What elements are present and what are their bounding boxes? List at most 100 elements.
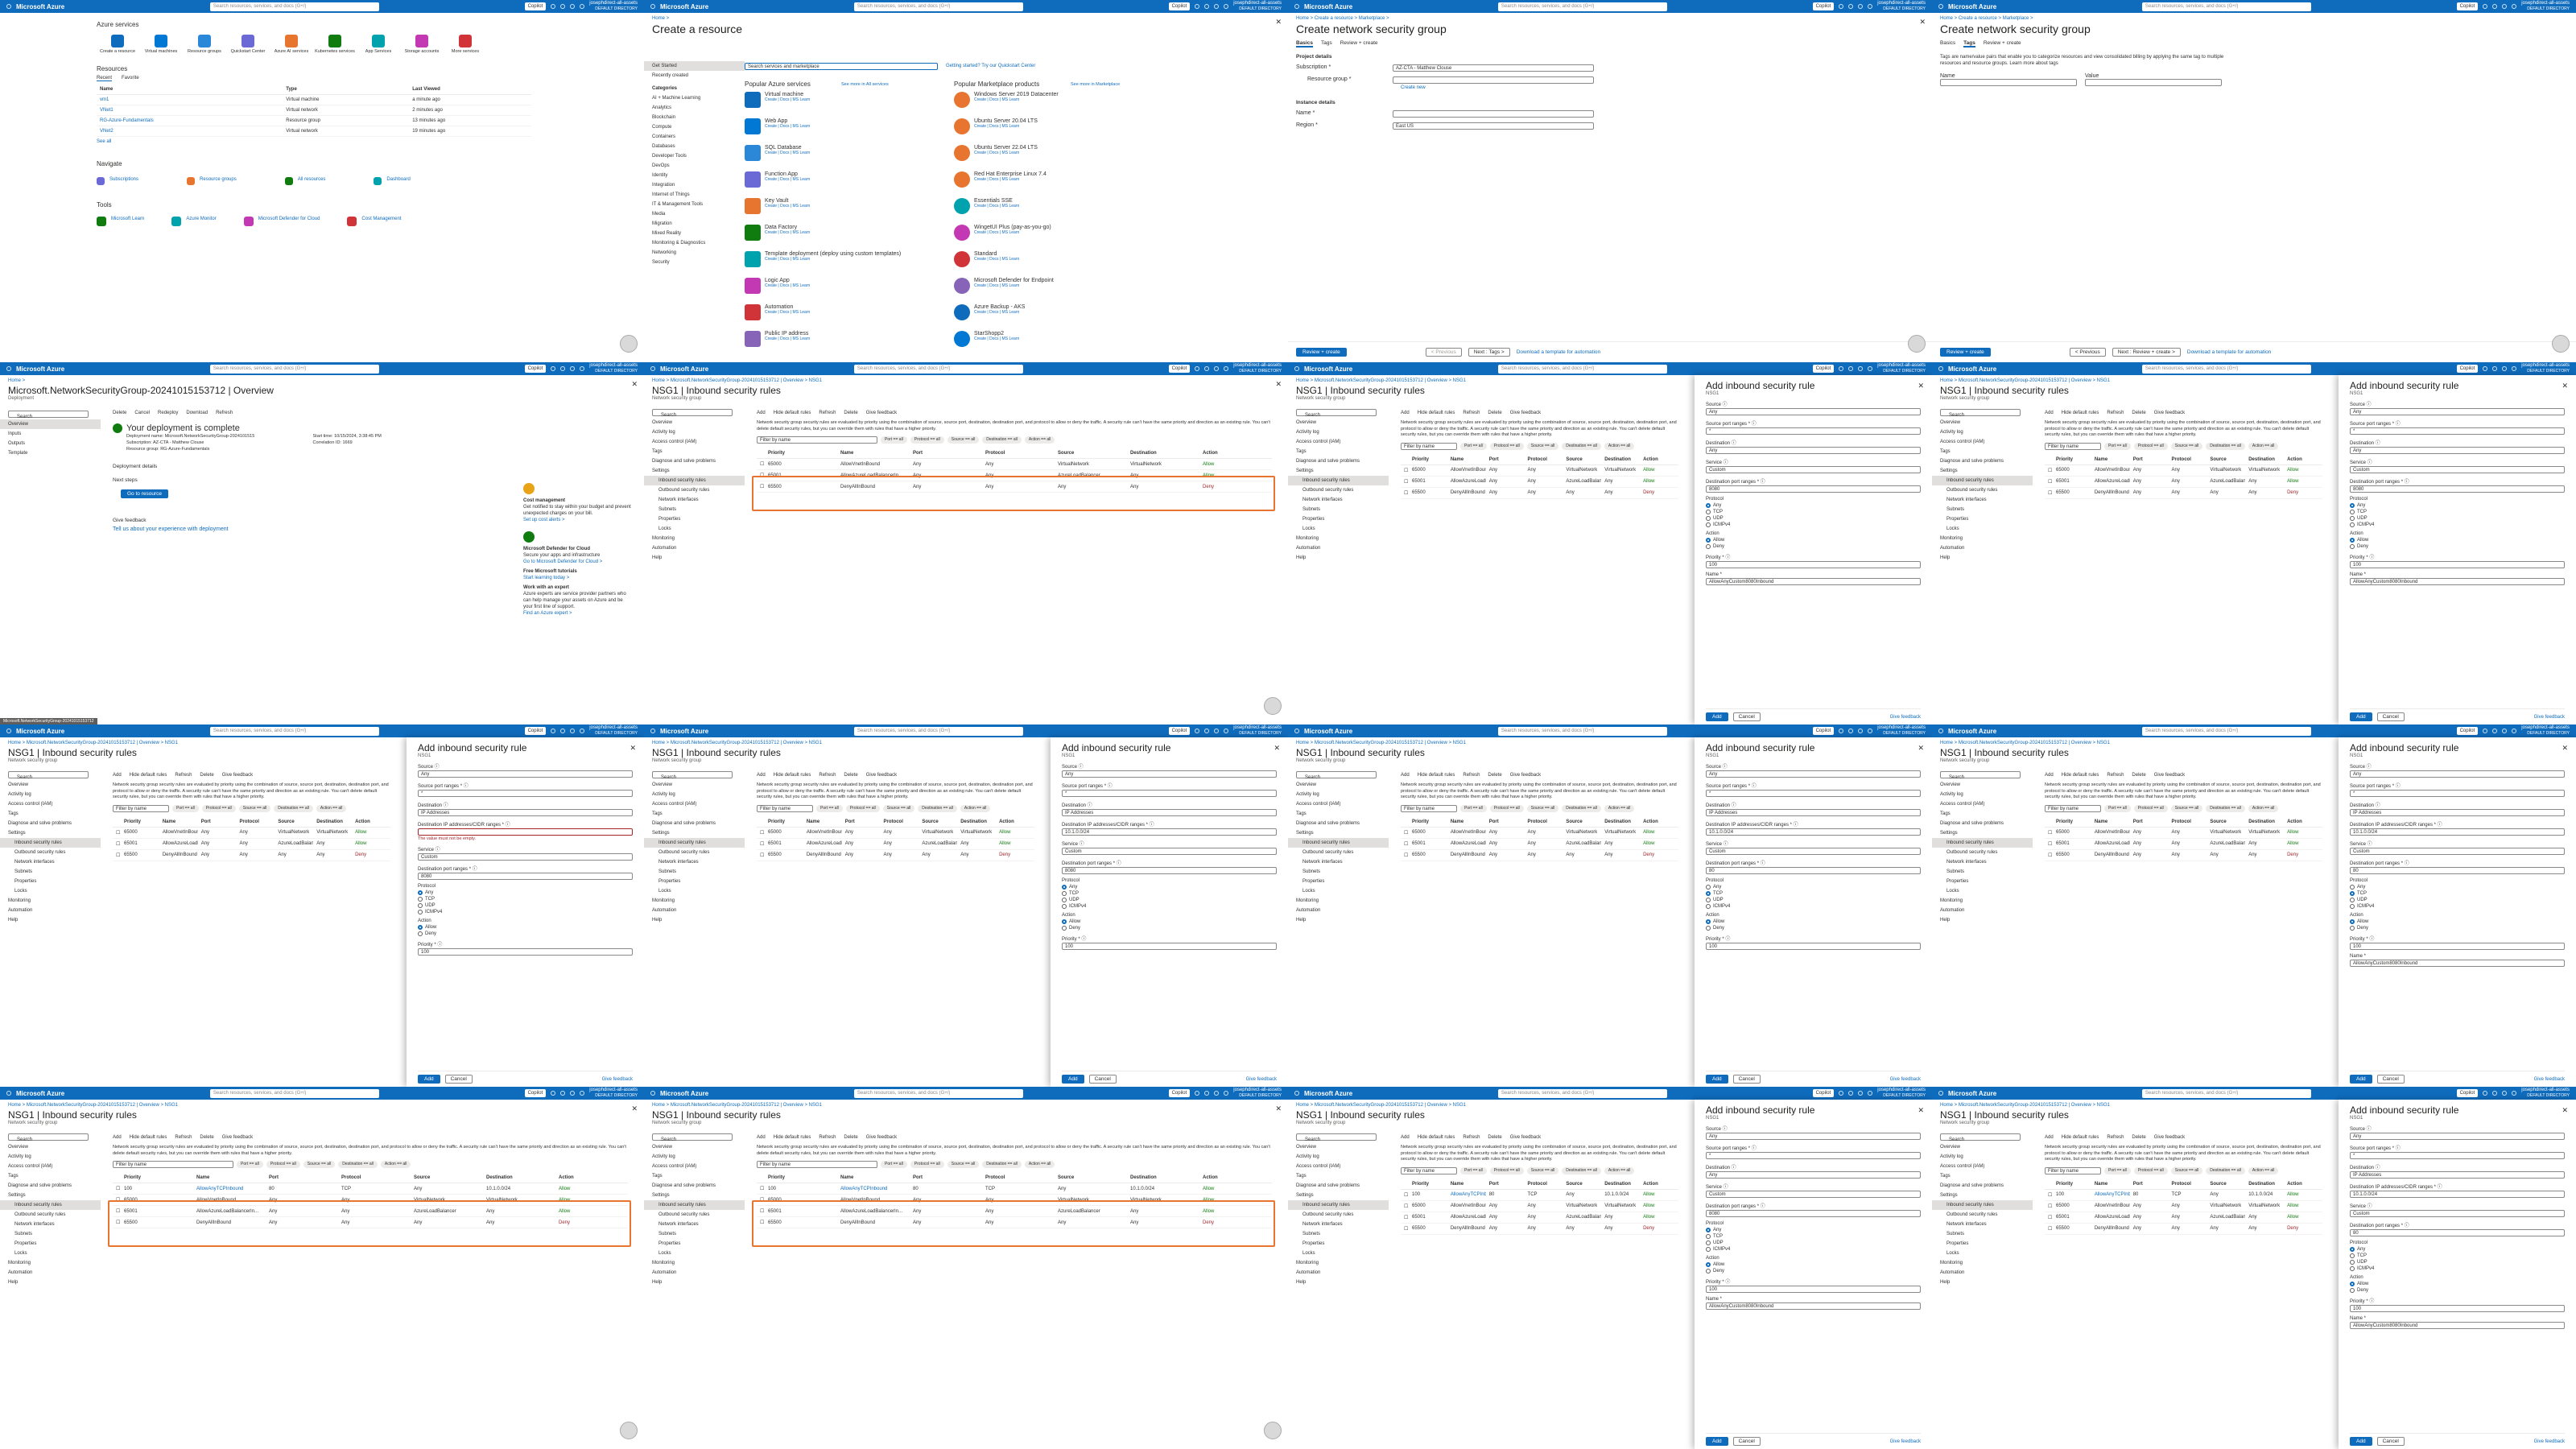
left-nav-item[interactable]: Inbound security rules xyxy=(644,838,745,848)
azure-service-links[interactable]: Create | Docs | MS Learn xyxy=(765,204,810,208)
breadcrumb[interactable]: Home > xyxy=(0,375,644,383)
left-nav-item[interactable]: Network interfaces xyxy=(0,1220,101,1229)
left-nav-item[interactable]: Automation xyxy=(1288,906,1389,915)
help-icon[interactable] xyxy=(1224,1091,1229,1096)
filter-pill[interactable]: Port == all xyxy=(816,804,843,812)
card-link[interactable]: Start learning today > xyxy=(523,575,632,581)
user-account[interactable]: josephdirect-all-assets DEFAULT DIRECTORY xyxy=(589,363,638,374)
left-nav-item[interactable]: Monitoring xyxy=(1932,534,2033,543)
source-port-input[interactable]: * xyxy=(2350,427,2565,435)
command-1[interactable]: Hide default rules xyxy=(130,773,167,778)
notification-icon[interactable] xyxy=(1204,4,1210,9)
filter-pill[interactable]: Destination == all xyxy=(338,1161,378,1168)
cloud-shell-icon[interactable] xyxy=(1839,1091,1844,1096)
left-nav-item[interactable]: Analytics xyxy=(644,103,745,113)
command-1[interactable]: Cancel xyxy=(134,411,150,415)
left-nav-item[interactable]: Inbound security rules xyxy=(0,838,101,848)
protocol-radio[interactable]: UDP xyxy=(2350,1260,2565,1265)
global-search-input[interactable]: Search resources, services, and docs (G+… xyxy=(209,726,379,736)
filter-pill[interactable]: Source == all xyxy=(238,804,271,812)
action-radio[interactable]: Deny xyxy=(1706,926,1921,931)
left-nav-item[interactable]: Automation xyxy=(1932,543,2033,553)
left-nav-item[interactable]: Overview xyxy=(1288,1142,1389,1152)
left-nav-item[interactable]: Recently created xyxy=(644,71,745,80)
command-0[interactable]: Add xyxy=(113,773,122,778)
service-select[interactable]: Custom xyxy=(1062,848,1277,855)
filter-pill[interactable]: Port == all xyxy=(172,804,199,812)
feedback-fab[interactable] xyxy=(620,335,638,353)
global-search-input[interactable]: Search resources, services, and docs (G+… xyxy=(1497,1088,1667,1098)
left-nav-item[interactable]: Tags xyxy=(1288,447,1389,456)
copilot-button[interactable]: Copilot xyxy=(1168,2,1191,10)
filter-pill[interactable]: Source == all xyxy=(1526,804,1559,812)
rule-row[interactable]: ☐ 65500 DenyAllInBound Any Any Any Any Deny xyxy=(2045,487,2322,499)
filter-pill[interactable]: Source == all xyxy=(1526,1166,1559,1174)
left-nav-item[interactable]: Monitoring xyxy=(0,896,101,906)
filter-pill[interactable]: Source == all xyxy=(1526,442,1559,450)
row-checkbox[interactable]: ☐ xyxy=(2045,1223,2053,1235)
command-0[interactable]: Add xyxy=(1401,1135,1410,1140)
service-tile[interactable]: Azure AI services xyxy=(270,35,312,54)
left-search[interactable]: Search xyxy=(1296,409,1377,418)
tell-us-link[interactable]: Tell us about your experience with deplo… xyxy=(113,526,499,532)
left-nav-item[interactable]: Access control (IAM) xyxy=(1288,437,1389,447)
tool-item[interactable]: Cost Management xyxy=(347,217,401,226)
protocol-radio[interactable]: TCP xyxy=(418,897,633,902)
help-icon[interactable] xyxy=(2512,1091,2517,1096)
copilot-button[interactable]: Copilot xyxy=(1812,2,1835,10)
filter-pill[interactable]: Action == all xyxy=(960,804,991,812)
card-link[interactable]: Set up cost alerts > xyxy=(523,517,632,523)
filter-pill[interactable]: Protocol == all xyxy=(1489,442,1524,450)
command-3[interactable]: Delete xyxy=(200,1135,213,1140)
rule-row[interactable]: ☐65000AllowVnetInBoundAnyAnyVirtualNetwo… xyxy=(1401,827,1678,839)
name-input[interactable] xyxy=(1393,110,1594,118)
left-nav-item[interactable]: Monitoring xyxy=(1288,534,1389,543)
brand-label[interactable]: Microsoft Azure xyxy=(16,365,64,373)
left-nav-item[interactable]: Overview xyxy=(644,418,745,427)
row-checkbox[interactable]: ☐ xyxy=(2045,838,2053,850)
command-4[interactable]: Give feedback xyxy=(222,773,253,778)
settings-icon[interactable] xyxy=(1858,366,1864,371)
menu-icon[interactable] xyxy=(1294,366,1299,371)
protocol-radio[interactable]: ICMPv4 xyxy=(1706,904,1921,909)
dest-port-input[interactable]: 80 xyxy=(2350,867,2565,874)
menu-icon[interactable] xyxy=(6,1091,11,1096)
market-links[interactable]: Create | Docs | MS Learn xyxy=(974,177,1046,182)
left-nav-item[interactable]: Locks xyxy=(1288,524,1389,534)
row-checkbox[interactable]: ☐ xyxy=(2045,1189,2053,1201)
cloud-shell-icon[interactable] xyxy=(2483,4,2488,9)
service-tile[interactable]: Virtual machines xyxy=(140,35,182,54)
protocol-radio[interactable]: UDP xyxy=(1706,898,1921,902)
settings-icon[interactable] xyxy=(2502,4,2508,9)
left-nav-item[interactable]: Media xyxy=(644,209,745,219)
market-item[interactable]: Essentials SSE Create | Docs | MS Learn xyxy=(954,198,1147,214)
command-0[interactable]: Add xyxy=(2045,1135,2054,1140)
add-button[interactable]: Add xyxy=(2350,712,2372,721)
left-nav-item[interactable]: Activity log xyxy=(1288,1152,1389,1162)
add-button[interactable]: Add xyxy=(418,1075,440,1084)
azure-service-item[interactable]: Web App Create | Docs | MS Learn xyxy=(745,118,946,134)
left-nav-item[interactable]: Subnets xyxy=(1932,867,2033,877)
command-0[interactable]: Add xyxy=(2045,773,2054,778)
give-feedback-link[interactable]: Give feedback xyxy=(2534,715,2565,720)
filter-pill[interactable]: Protocol == all xyxy=(201,804,236,812)
left-nav-item[interactable]: Overview xyxy=(644,780,745,790)
settings-icon[interactable] xyxy=(570,729,576,733)
close-icon[interactable]: ✕ xyxy=(630,744,636,753)
user-account[interactable]: josephdirect-all-assets DEFAULT DIRECTORY xyxy=(1877,1,1926,12)
left-nav-item[interactable]: Access control (IAM) xyxy=(644,437,745,447)
brand-label[interactable]: Microsoft Azure xyxy=(16,3,64,10)
help-icon[interactable] xyxy=(580,366,585,371)
command-1[interactable]: Hide default rules xyxy=(774,1135,811,1140)
left-nav-item[interactable]: Inbound security rules xyxy=(0,1200,101,1210)
filter-pill[interactable]: Source == all xyxy=(303,1161,336,1168)
dest-ip-input[interactable]: 10.1.0.0/24 xyxy=(2350,828,2565,836)
cloud-shell-icon[interactable] xyxy=(551,1091,556,1096)
give-feedback-link[interactable]: Give feedback xyxy=(1246,1077,1277,1082)
brand-label[interactable]: Microsoft Azure xyxy=(1948,3,1996,10)
left-nav-item[interactable]: Inbound security rules xyxy=(1932,1200,2033,1210)
filter-pill[interactable]: Action == all xyxy=(2248,442,2279,450)
left-nav-item[interactable]: Access control (IAM) xyxy=(0,799,101,809)
user-account[interactable]: josephdirect-all-assets DEFAULT DIRECTORY xyxy=(589,1,638,12)
rule-row[interactable]: ☐100AllowAnyTCPInbound80TCPAny10.1.0.0/2… xyxy=(113,1183,628,1195)
